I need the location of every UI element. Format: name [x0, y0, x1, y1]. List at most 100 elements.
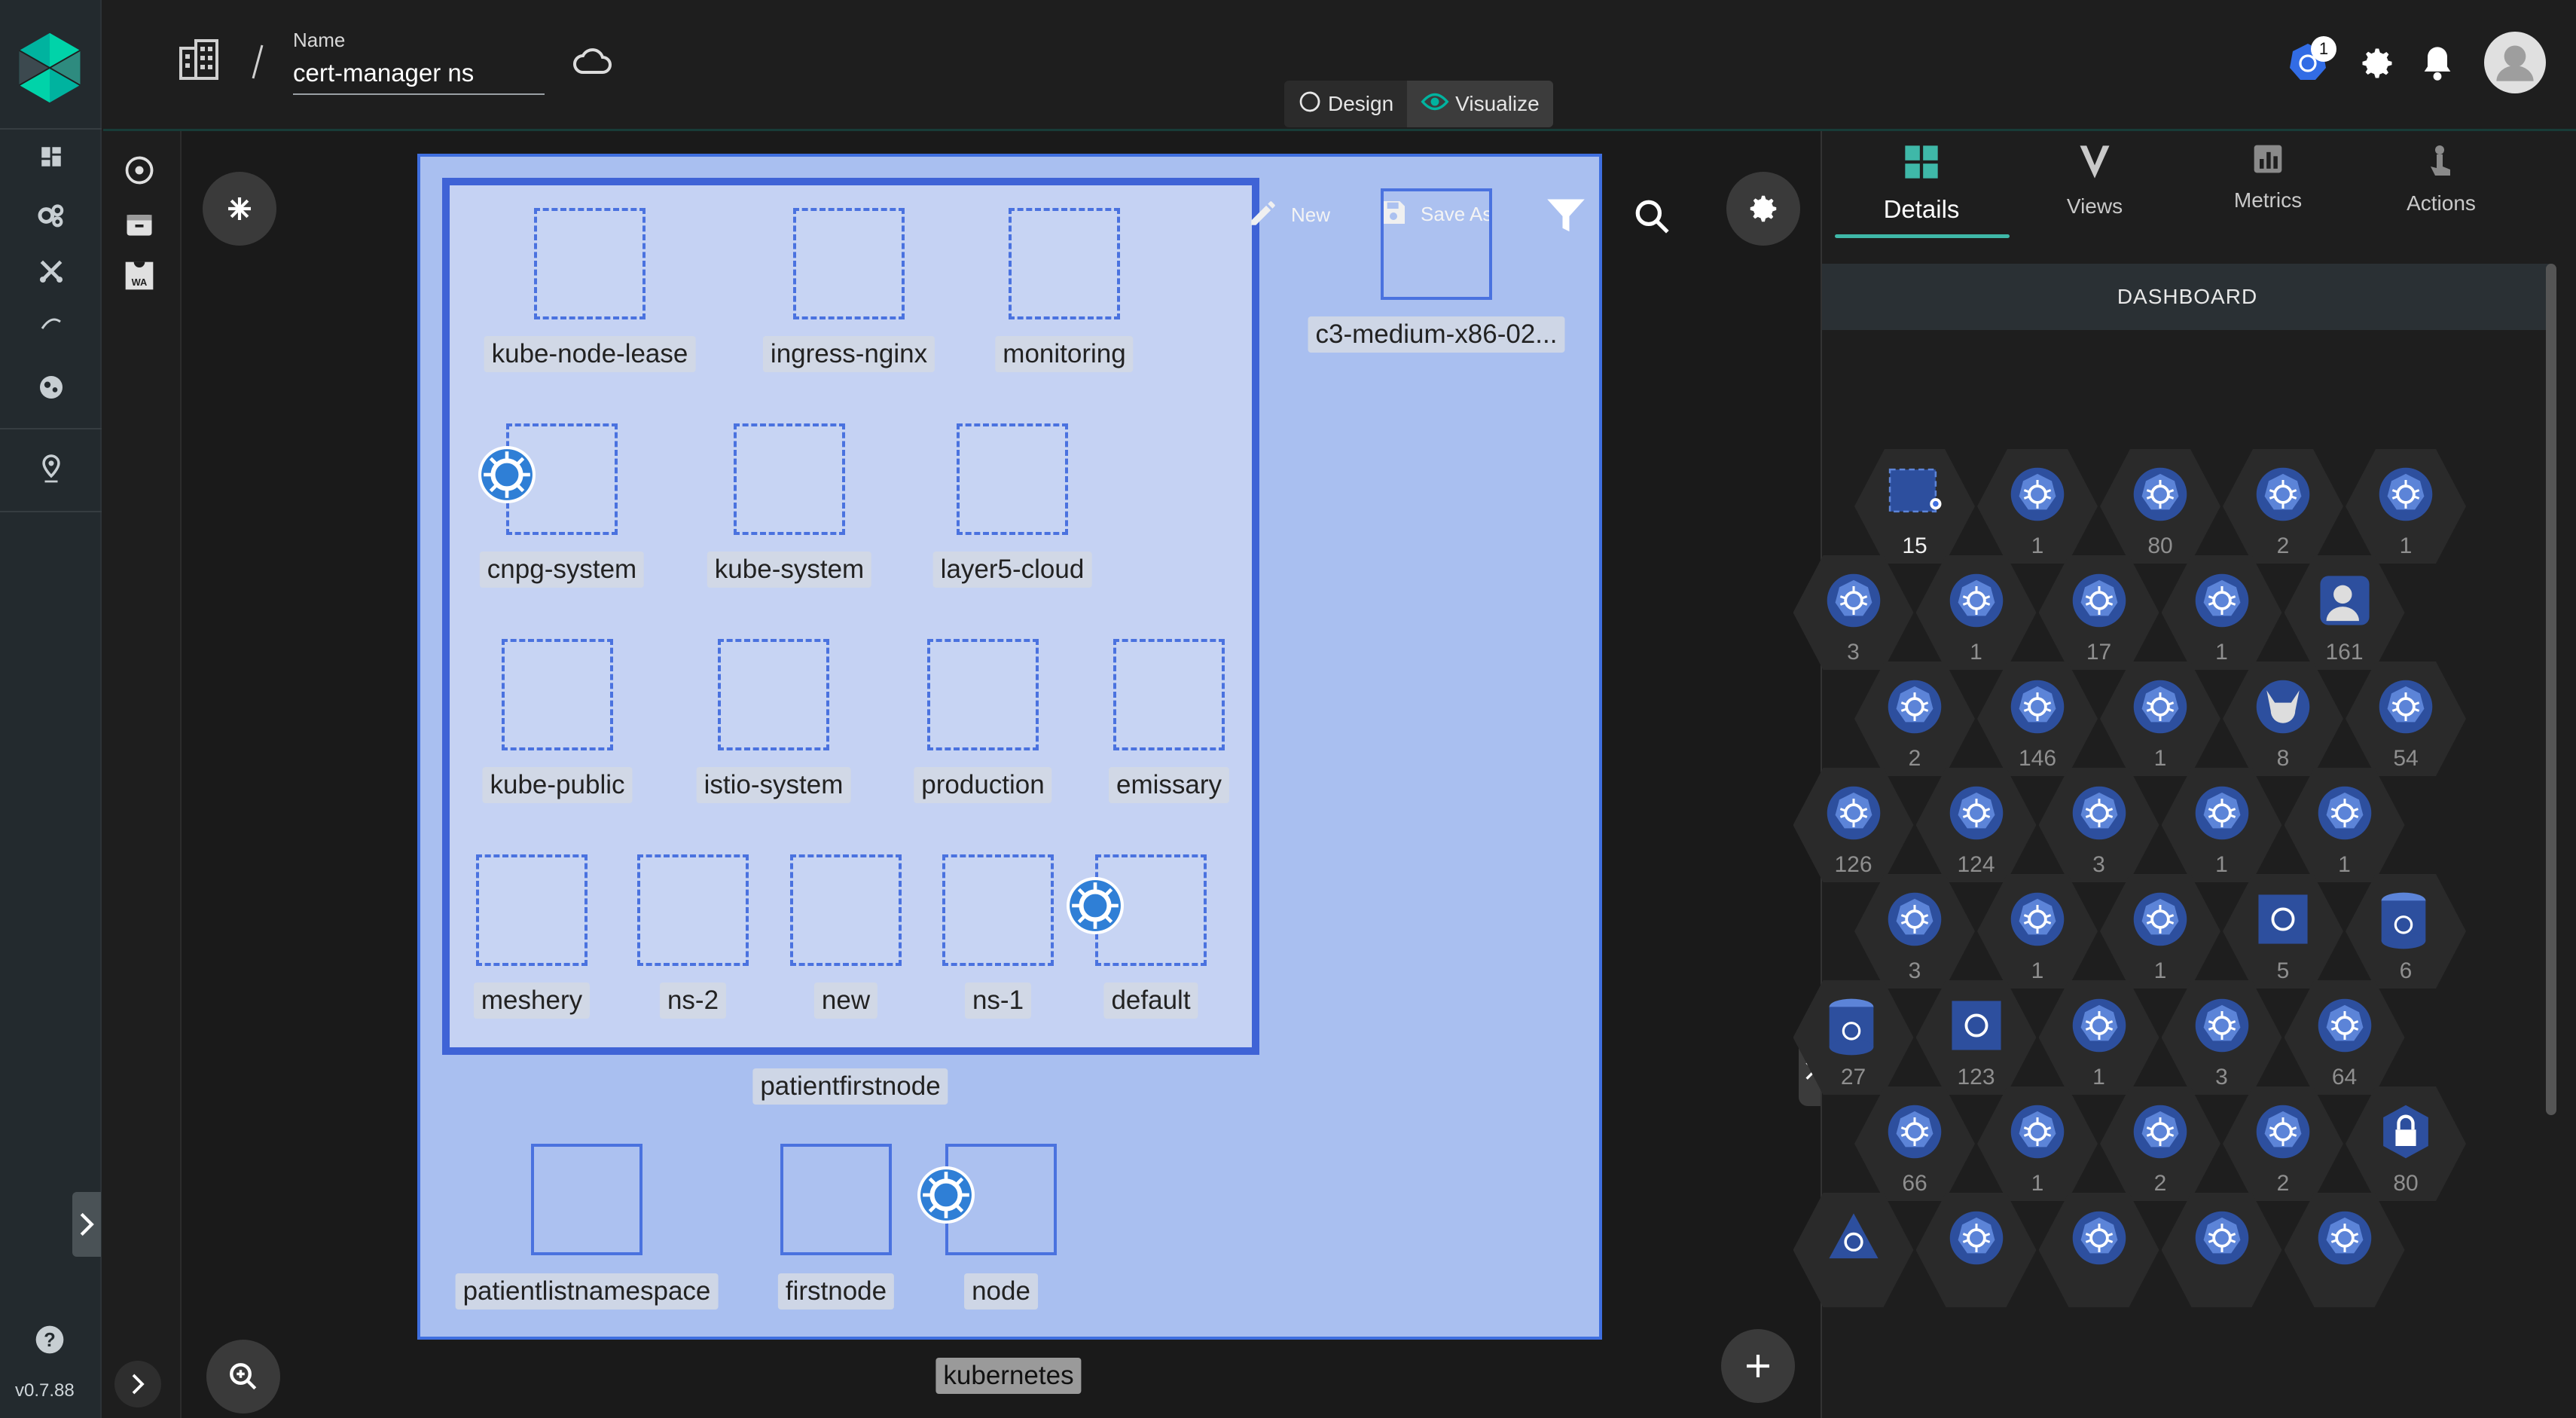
patientlistnamespace-box[interactable] [531, 1144, 642, 1255]
tab-label: Views [2066, 194, 2123, 218]
visualize-mode-button[interactable]: Visualize [1407, 81, 1553, 127]
cloud-save-icon[interactable] [572, 47, 613, 81]
kubernetes-resource-icon [1948, 1209, 2005, 1267]
firstnode-box[interactable] [780, 1144, 892, 1255]
namespace-ingress-nginx[interactable] [793, 208, 905, 319]
svg-text:?: ? [44, 1330, 56, 1351]
tab-details[interactable]: Details [1835, 139, 2008, 245]
kubernetes-resource-icon [2132, 1103, 2189, 1160]
kubernetes-resource-icon [2071, 997, 2128, 1054]
namespace-monitoring[interactable] [1009, 208, 1120, 319]
search-icon[interactable] [1633, 197, 1671, 239]
tab-label: Actions [2407, 191, 2476, 215]
namespace-label: new [813, 983, 878, 1019]
namespace-emissary[interactable] [1113, 639, 1225, 750]
kubernetes-resource-icon [1825, 997, 1882, 1056]
kubernetes-resource-icon [1948, 784, 2005, 842]
namespace-label: ingress-nginx [762, 336, 935, 372]
tab-label: Metrics [2233, 188, 2303, 212]
add-component-button[interactable] [1721, 1329, 1795, 1403]
namespace-kube-node-lease[interactable] [534, 208, 646, 319]
namespace-label: cnpg-system [479, 552, 645, 588]
pencil-icon [1247, 197, 1279, 233]
namespace-meshery[interactable] [476, 854, 588, 966]
namespace-label: ns-2 [659, 983, 727, 1019]
kubernetes-resource-icon [2316, 1209, 2373, 1267]
tools-icon[interactable] [30, 250, 72, 292]
namespace-label: kube-system [707, 552, 872, 588]
meshery-logo[interactable] [14, 32, 86, 104]
layout-toggle-button[interactable] [203, 172, 276, 246]
kubernetes-resource-icon [2132, 678, 2189, 735]
namespace-production[interactable] [927, 639, 1039, 750]
kubernetes-resource-icon [2377, 1103, 2434, 1160]
namespace-kube-system[interactable] [734, 423, 845, 535]
canvas-tool-strip: WA [102, 131, 182, 1418]
canvas-expand-button[interactable] [114, 1361, 161, 1407]
cloud-native-icon[interactable] [30, 366, 72, 408]
new-design-button[interactable]: New [1247, 197, 1330, 233]
filter-icon[interactable] [1546, 197, 1586, 239]
external-node-box[interactable] [1381, 188, 1492, 300]
organization-icon[interactable] [178, 39, 223, 84]
settings-cluster-icon[interactable] [30, 194, 72, 237]
tab-views[interactable]: Views [2008, 139, 2181, 245]
zoom-in-button[interactable] [206, 1340, 280, 1413]
tab-label: Details [1883, 195, 1960, 223]
outside-node-label: node [964, 1273, 1038, 1310]
namespace-ns-2[interactable] [637, 854, 749, 966]
expand-sidebar-tab[interactable] [72, 1192, 101, 1257]
kubernetes-resource-icon [2316, 997, 2373, 1054]
kubernetes-resource-icon [2254, 466, 2312, 523]
namespace-layer5-cloud[interactable] [957, 423, 1068, 535]
wasm-icon[interactable]: WA [123, 259, 156, 296]
namespace-label: meshery [473, 983, 591, 1019]
user-avatar[interactable] [2484, 32, 2546, 93]
namespace-label: default [1103, 983, 1198, 1019]
kubernetes-context-icon[interactable]: 1 [2287, 36, 2336, 86]
namespace-kube-public[interactable] [502, 639, 613, 750]
namespace-label: kube-node-lease [484, 336, 696, 372]
design-visualize-toggle: Design Visualize [1284, 81, 1553, 127]
outside-node-label: firstnode [777, 1273, 895, 1310]
kubernetes-resource-icon [2377, 466, 2434, 523]
kubernetes-resource-icon [1886, 678, 1943, 735]
dashboard-icon[interactable] [30, 136, 72, 178]
actions-icon [2425, 142, 2458, 184]
external-node-label: c3-medium-x86-02... [1308, 316, 1565, 353]
namespace-label: monitoring [995, 336, 1134, 372]
tab-metrics[interactable]: Metrics [2181, 139, 2355, 245]
views-icon [2077, 142, 2113, 187]
notifications-bell-icon[interactable] [2419, 44, 2455, 87]
storage-box-icon[interactable] [123, 208, 156, 245]
grid-icon [1902, 142, 1941, 188]
settings-gear-icon[interactable] [2358, 44, 2397, 87]
layers-icon[interactable] [123, 154, 156, 191]
help-icon[interactable]: ? [33, 1323, 66, 1356]
kubernetes-resource-icon [2132, 891, 2189, 948]
canvas-settings-button[interactable] [1726, 172, 1800, 246]
namespace-label: ns-1 [964, 983, 1032, 1019]
namespace-ns-1[interactable] [942, 854, 1054, 966]
kubernetes-resource-icon [2316, 572, 2373, 629]
panel-scrollbar[interactable] [2546, 264, 2556, 1115]
metrics-icon [2251, 142, 2285, 181]
kubernetes-resource-icon [1948, 572, 2005, 629]
kubernetes-resource-icon [1825, 572, 1882, 629]
tab-actions[interactable]: Actions [2355, 139, 2528, 245]
kubernetes-resource-icon [1825, 1209, 1882, 1267]
namespace-new[interactable] [790, 854, 902, 966]
kubernetes-resource-icon [2193, 572, 2251, 629]
design-mode-button[interactable]: Design [1284, 81, 1407, 127]
dashboard-header: DASHBOARD [1822, 264, 2553, 330]
helm-chart-icon [1067, 877, 1124, 934]
location-pin-icon[interactable] [30, 448, 72, 490]
signal-icon[interactable] [30, 303, 72, 345]
design-name-input[interactable] [293, 53, 545, 95]
namespace-label: production [914, 767, 1052, 803]
namespace-istio-system[interactable] [718, 639, 829, 750]
notification-count-badge: 1 [2311, 36, 2336, 62]
kubernetes-resource-icon [1886, 1103, 1943, 1160]
cluster-label: kubernetes [935, 1358, 1082, 1394]
namespace-label: kube-public [482, 767, 633, 803]
